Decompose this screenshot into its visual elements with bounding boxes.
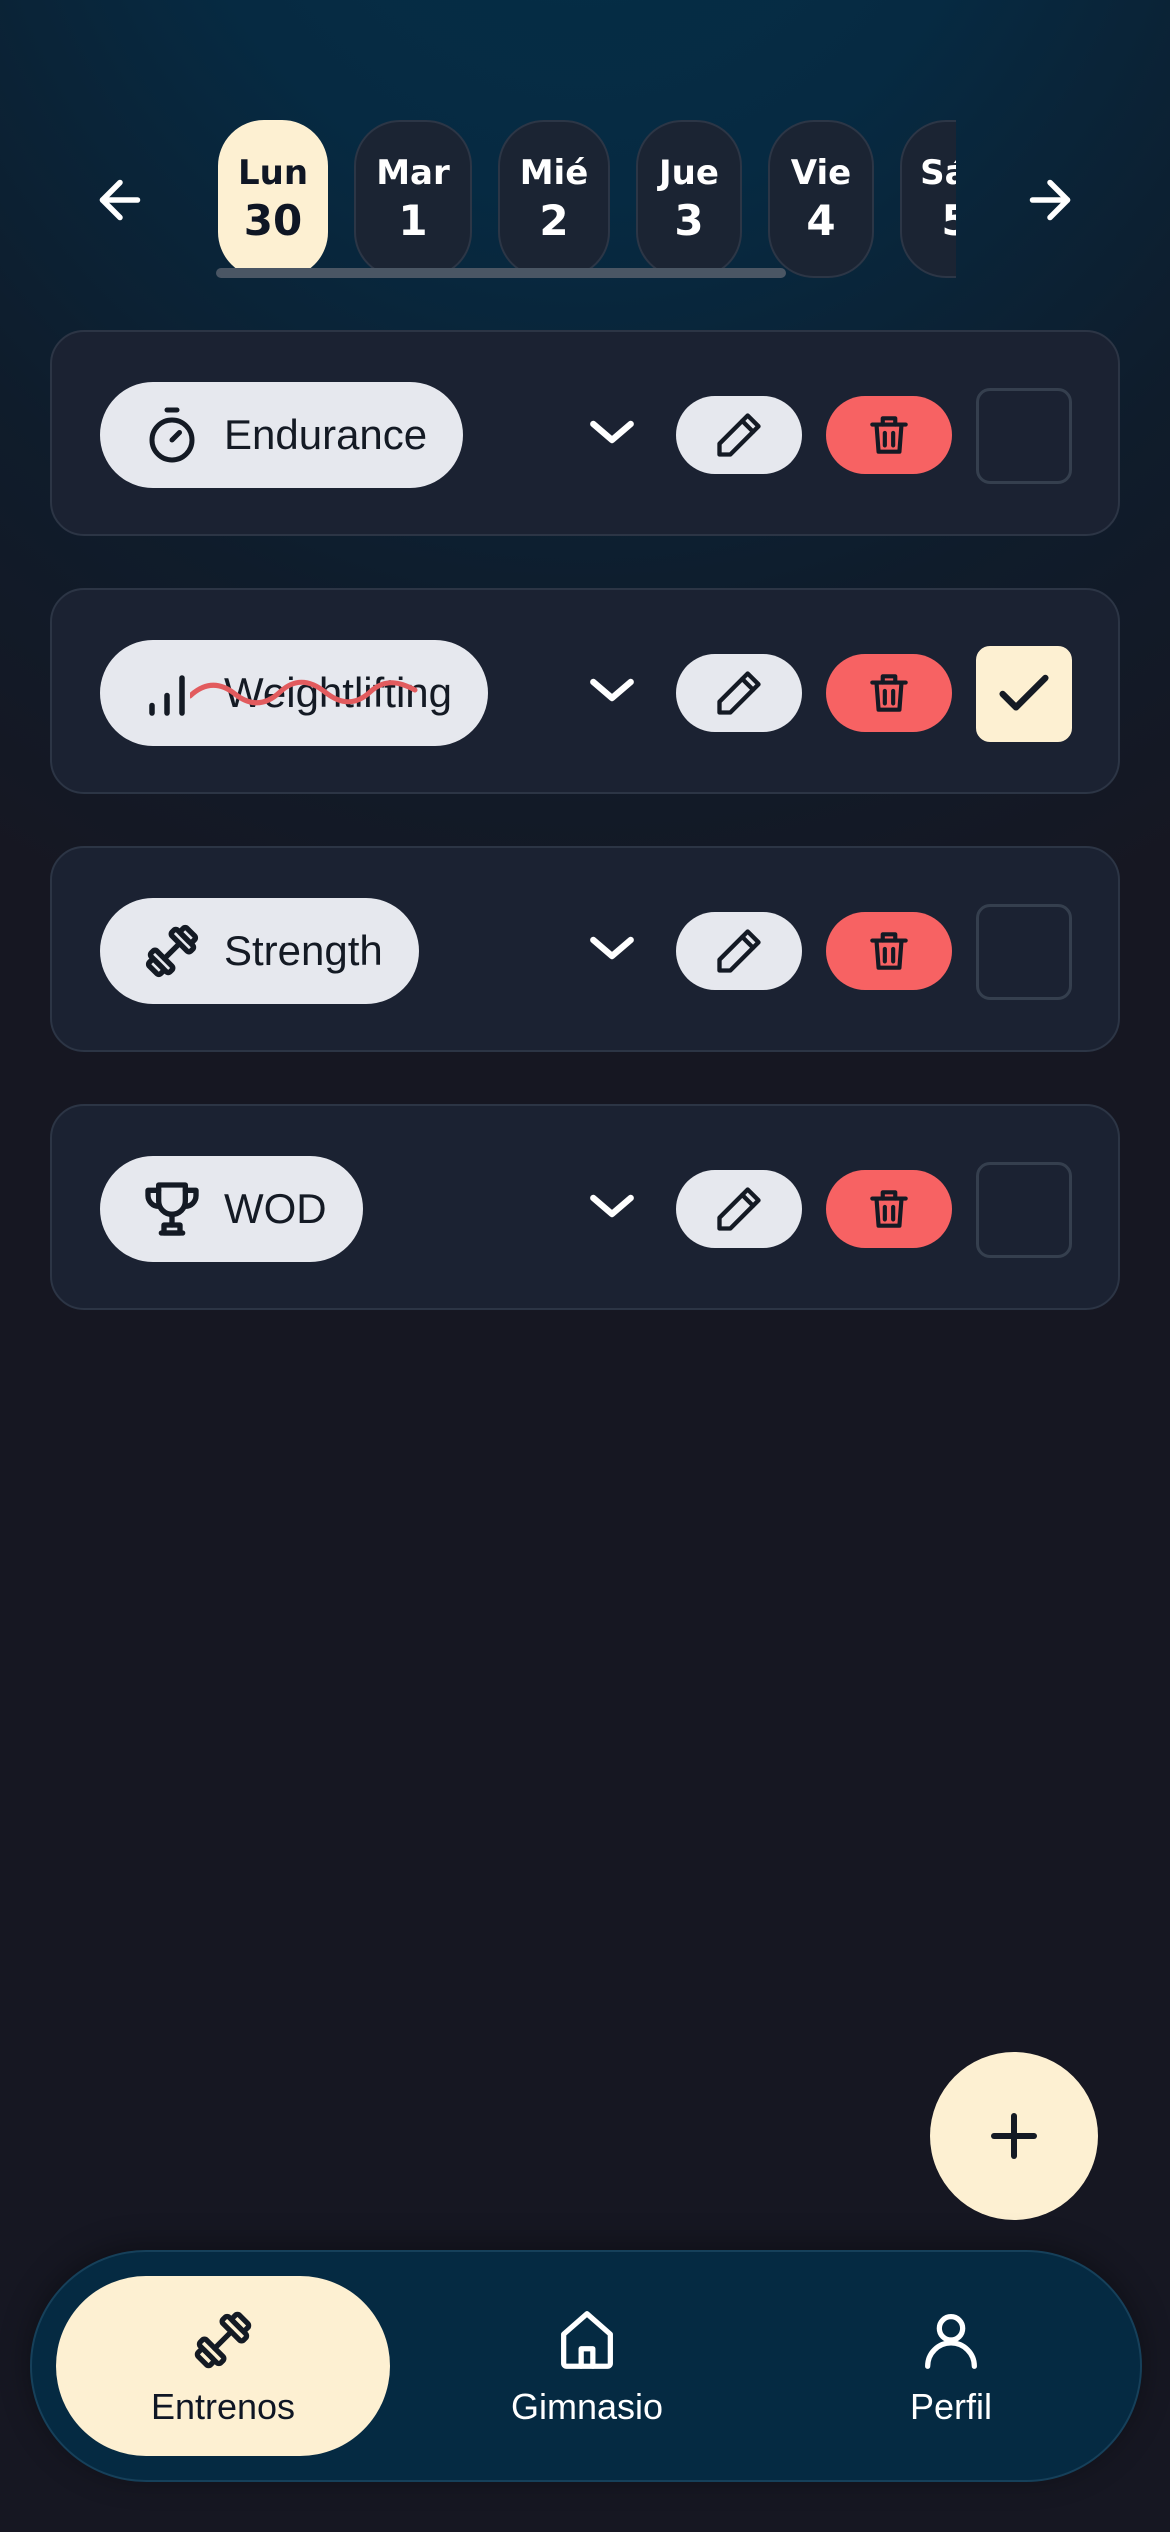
user-icon bbox=[915, 2304, 987, 2376]
stopwatch-icon bbox=[140, 403, 204, 467]
trash-icon bbox=[870, 1190, 908, 1228]
pencil-icon bbox=[717, 671, 761, 715]
workout-chip[interactable]: Weightlifting bbox=[100, 640, 489, 746]
day-name: Mié bbox=[519, 153, 589, 193]
day-pill-mar[interactable]: Mar 1 bbox=[354, 120, 472, 278]
day-number: 5 bbox=[941, 196, 956, 245]
next-week-button[interactable] bbox=[1010, 160, 1090, 240]
expand-button[interactable] bbox=[572, 908, 652, 988]
workout-label: Endurance bbox=[224, 411, 428, 458]
delete-button[interactable] bbox=[826, 912, 952, 990]
day-pill-mie[interactable]: Mié 2 bbox=[498, 120, 610, 278]
pencil-icon bbox=[717, 413, 761, 457]
home-icon bbox=[551, 2304, 623, 2376]
done-checkbox[interactable] bbox=[976, 388, 1072, 484]
chevron-down-icon bbox=[590, 936, 634, 960]
days-scroller[interactable]: Lun 30 Mar 1 Mié 2 Jue 3 Vie 4 Sáb 5 bbox=[216, 120, 956, 284]
nav-item-gimnasio[interactable]: Gimnasio bbox=[420, 2276, 754, 2456]
trash-icon bbox=[870, 932, 908, 970]
day-number: 1 bbox=[398, 196, 428, 245]
edit-button[interactable] bbox=[676, 654, 802, 732]
day-pill-sab[interactable]: Sáb 5 bbox=[900, 120, 956, 278]
trophy-icon bbox=[140, 1177, 204, 1241]
previous-week-button[interactable] bbox=[80, 160, 160, 240]
bottom-navigation: Entrenos Gimnasio Perfil bbox=[30, 2250, 1142, 2482]
trash-icon bbox=[870, 416, 908, 454]
chevron-down-icon bbox=[590, 420, 634, 444]
nav-label: Entrenos bbox=[150, 2386, 296, 2427]
strikethrough-scribble bbox=[190, 679, 418, 706]
delete-button[interactable] bbox=[826, 396, 952, 474]
scroll-indicator bbox=[216, 268, 786, 278]
add-workout-button[interactable] bbox=[930, 2052, 1098, 2220]
day-pill-lun[interactable]: Lun 30 bbox=[218, 120, 328, 278]
done-checkbox[interactable] bbox=[976, 1162, 1072, 1258]
trash-icon bbox=[870, 674, 908, 712]
arrow-right-icon bbox=[1029, 179, 1071, 221]
plus-icon bbox=[991, 2113, 1037, 2159]
nav-item-entrenos[interactable]: Entrenos bbox=[56, 2276, 390, 2456]
done-checkbox[interactable] bbox=[976, 646, 1072, 742]
nav-label: Perfil bbox=[909, 2386, 993, 2427]
day-selector: Lun 30 Mar 1 Mié 2 Jue 3 Vie 4 Sáb 5 bbox=[0, 120, 1170, 280]
nav-item-perfil[interactable]: Perfil bbox=[784, 2276, 1118, 2456]
day-number: 4 bbox=[806, 196, 836, 245]
edit-button[interactable] bbox=[676, 1170, 802, 1248]
edit-button[interactable] bbox=[676, 912, 802, 990]
workout-chip[interactable]: Strength bbox=[100, 898, 419, 1004]
expand-button[interactable] bbox=[572, 1166, 652, 1246]
day-name: Jue bbox=[659, 153, 719, 193]
done-checkbox[interactable] bbox=[976, 904, 1072, 1000]
delete-button[interactable] bbox=[826, 1170, 952, 1248]
workout-chip[interactable]: WOD bbox=[100, 1156, 363, 1262]
pencil-icon bbox=[717, 929, 761, 973]
day-name: Lun bbox=[237, 153, 309, 193]
dumbbell-icon bbox=[140, 919, 204, 983]
workout-card: Endurance bbox=[50, 330, 1120, 536]
day-number: 3 bbox=[674, 196, 704, 245]
day-name: Sáb bbox=[920, 153, 956, 193]
nav-label: Gimnasio bbox=[510, 2386, 664, 2427]
chevron-down-icon bbox=[590, 1194, 634, 1218]
day-name: Mar bbox=[376, 153, 450, 193]
workout-label: WOD bbox=[224, 1185, 327, 1232]
checkmark-icon bbox=[999, 674, 1049, 711]
day-number: 30 bbox=[243, 196, 303, 245]
day-name: Vie bbox=[790, 153, 852, 193]
expand-button[interactable] bbox=[572, 392, 652, 472]
workout-label: Strength bbox=[224, 927, 383, 974]
dumbbell-icon bbox=[187, 2304, 259, 2376]
day-number: 2 bbox=[539, 196, 569, 245]
day-pill-vie[interactable]: Vie 4 bbox=[768, 120, 874, 278]
delete-button[interactable] bbox=[826, 654, 952, 732]
pencil-icon bbox=[717, 1187, 761, 1231]
workout-card: Strength bbox=[50, 846, 1120, 1052]
expand-button[interactable] bbox=[572, 650, 652, 730]
arrow-left-icon bbox=[99, 179, 141, 221]
chevron-down-icon bbox=[590, 678, 634, 702]
day-pill-jue[interactable]: Jue 3 bbox=[636, 120, 742, 278]
workout-chip[interactable]: Endurance bbox=[100, 382, 464, 488]
edit-button[interactable] bbox=[676, 396, 802, 474]
workout-card: WOD bbox=[50, 1104, 1120, 1310]
workout-card: Weightlifting bbox=[50, 588, 1120, 794]
